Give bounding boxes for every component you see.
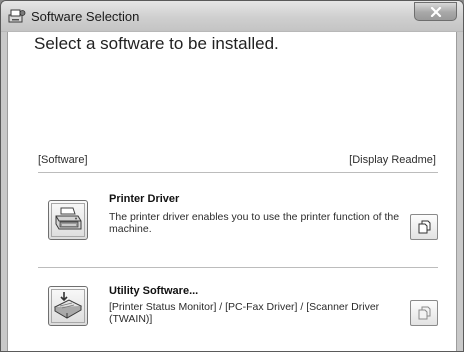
title-bar[interactable]: Software Selection — [1, 1, 463, 32]
printer-driver-description: The printer driver enables you to use th… — [109, 211, 400, 235]
software-selection-window: Software Selection Select a software to … — [0, 0, 464, 352]
utility-software-readme-button[interactable] — [410, 300, 438, 326]
software-column-label: [Software] — [38, 154, 88, 166]
utility-software-button[interactable] — [48, 286, 88, 326]
close-button[interactable] — [414, 2, 457, 21]
utility-software-title: Utility Software... — [109, 285, 199, 297]
divider — [38, 267, 438, 268]
utility-software-description: [Printer Status Monitor] / [PC-Fax Drive… — [109, 301, 380, 325]
software-app-icon — [8, 8, 26, 24]
printer-driver-button[interactable] — [48, 200, 88, 240]
printer-driver-title: Printer Driver — [109, 193, 180, 205]
divider — [38, 172, 438, 173]
printer-driver-readme-button[interactable] — [410, 214, 438, 240]
display-readme-column-label: [Display Readme] — [349, 154, 436, 166]
window-title: Software Selection — [31, 9, 140, 24]
page-heading: Select a software to be installed. — [34, 34, 279, 53]
